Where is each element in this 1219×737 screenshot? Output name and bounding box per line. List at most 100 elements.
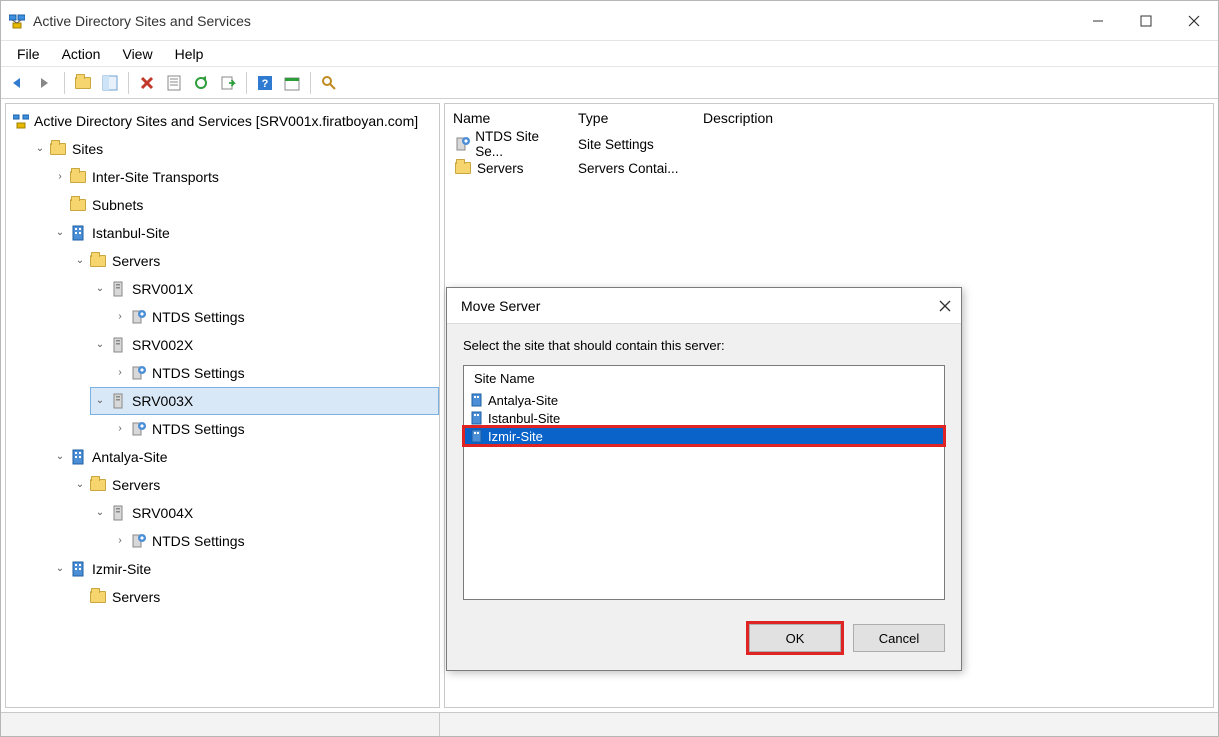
list-row-servers[interactable]: Servers Servers Contai... [445, 156, 1213, 180]
collapse-icon[interactable]: ⌄ [93, 282, 107, 296]
tree-ntds-srv002x[interactable]: › NTDS Settings [110, 359, 439, 387]
collapse-icon[interactable]: ⌄ [73, 254, 87, 268]
tree-panel[interactable]: Active Directory Sites and Services [SRV… [5, 103, 440, 708]
tree-ntds-srv004x[interactable]: › NTDS Settings [110, 527, 439, 555]
export-button[interactable] [216, 71, 240, 95]
tree-server-label: SRV002X [129, 333, 196, 357]
site-icon [470, 429, 484, 443]
site-item-antalya[interactable]: Antalya-Site [464, 391, 944, 409]
site-item-izmir[interactable]: Izmir-Site [464, 427, 944, 445]
collapse-icon[interactable]: ⌄ [93, 394, 107, 408]
menu-help[interactable]: Help [165, 43, 214, 65]
toolbar: ? [1, 67, 1218, 99]
ntds-icon [129, 309, 147, 325]
tree-servers-istanbul[interactable]: ⌄ Servers [70, 247, 439, 275]
tree-site-antalya[interactable]: ⌄ Antalya-Site [50, 443, 439, 471]
collapse-icon[interactable]: ⌄ [53, 450, 67, 464]
tree-servers-izmir[interactable]: Servers [70, 583, 439, 611]
tree-server-srv004x[interactable]: ⌄ SRV004X [90, 499, 439, 527]
tree-servers-label: Servers [109, 249, 163, 273]
close-button[interactable] [1170, 1, 1218, 40]
expand-icon[interactable]: › [113, 422, 127, 436]
tree-server-srv003x[interactable]: ⌄ SRV003X [90, 387, 439, 415]
move-server-dialog: Move Server Select the site that should … [446, 287, 962, 671]
ntds-icon [453, 136, 471, 152]
tree-sites[interactable]: ⌄ Sites [30, 135, 439, 163]
server-icon [109, 337, 127, 353]
site-item-label: Istanbul-Site [488, 411, 560, 426]
site-icon [470, 411, 484, 425]
col-type[interactable]: Type [570, 105, 695, 131]
app-icon [9, 13, 25, 29]
folder-icon [49, 143, 67, 155]
tree-site-izmir[interactable]: ⌄ Izmir-Site [50, 555, 439, 583]
menu-action[interactable]: Action [52, 43, 111, 65]
site-icon [69, 561, 87, 577]
expand-icon[interactable]: › [53, 170, 67, 184]
tree-server-label: SRV003X [129, 389, 196, 413]
tree-inter-site-label: Inter-Site Transports [89, 165, 222, 189]
list-cell-type: Site Settings [570, 132, 695, 157]
collapse-icon[interactable]: ⌄ [93, 338, 107, 352]
refresh-button[interactable] [189, 71, 213, 95]
folder-icon [453, 162, 473, 174]
show-hide-tree-button[interactable] [98, 71, 122, 95]
menu-file[interactable]: File [7, 43, 50, 65]
dialog-title: Move Server [461, 298, 540, 314]
expand-icon[interactable]: › [113, 534, 127, 548]
collapse-icon[interactable]: ⌄ [33, 142, 47, 156]
site-list-header: Site Name [464, 366, 944, 391]
folder-icon [89, 591, 107, 603]
folder-icon [69, 199, 87, 211]
forward-button[interactable] [34, 71, 58, 95]
menu-view[interactable]: View [112, 43, 162, 65]
tree-ntds-label: NTDS Settings [149, 305, 248, 329]
delete-button[interactable] [135, 71, 159, 95]
tree-ntds-srv001x[interactable]: › NTDS Settings [110, 303, 439, 331]
help-button[interactable]: ? [253, 71, 277, 95]
site-item-label: Izmir-Site [488, 429, 543, 444]
list-row-ntds[interactable]: NTDS Site Se... Site Settings [445, 132, 1213, 156]
tree-ntds-srv003x[interactable]: › NTDS Settings [110, 415, 439, 443]
tree-ntds-label: NTDS Settings [149, 361, 248, 385]
maximize-button[interactable] [1122, 1, 1170, 40]
back-button[interactable] [7, 71, 31, 95]
folder-icon [89, 479, 107, 491]
collapse-icon[interactable]: ⌄ [53, 562, 67, 576]
schedule-button[interactable] [280, 71, 304, 95]
window-title: Active Directory Sites and Services [33, 13, 251, 29]
menubar: File Action View Help [1, 41, 1218, 67]
col-description[interactable]: Description [695, 105, 1213, 131]
tree-server-srv001x[interactable]: ⌄ SRV001X [90, 275, 439, 303]
collapse-icon[interactable]: ⌄ [93, 506, 107, 520]
expand-icon[interactable]: › [113, 366, 127, 380]
ok-button[interactable]: OK [749, 624, 841, 652]
tree-sites-label: Sites [69, 137, 106, 161]
site-list[interactable]: Site Name Antalya-Site Istanbul-Site Izm… [463, 365, 945, 600]
tree-ntds-label: NTDS Settings [149, 417, 248, 441]
tree-inter-site-transports[interactable]: › Inter-Site Transports [50, 163, 439, 191]
list-cell-name: Servers [477, 161, 524, 176]
tree-server-label: SRV001X [129, 277, 196, 301]
tree-server-srv002x[interactable]: ⌄ SRV002X [90, 331, 439, 359]
collapse-icon[interactable]: ⌄ [53, 226, 67, 240]
find-button[interactable] [317, 71, 341, 95]
tree-site-istanbul[interactable]: ⌄ Istanbul-Site [50, 219, 439, 247]
collapse-icon[interactable]: ⌄ [73, 478, 87, 492]
ntds-icon [129, 365, 147, 381]
tree-servers-antalya[interactable]: ⌄ Servers [70, 471, 439, 499]
minimize-button[interactable] [1074, 1, 1122, 40]
tree-root-label: Active Directory Sites and Services [SRV… [31, 109, 421, 133]
properties-button[interactable] [162, 71, 186, 95]
cancel-button[interactable]: Cancel [853, 624, 945, 652]
list-cell-name: NTDS Site Se... [475, 129, 562, 159]
up-folder-button[interactable] [71, 71, 95, 95]
tree-root[interactable]: Active Directory Sites and Services [SRV… [10, 107, 439, 135]
site-item-istanbul[interactable]: Istanbul-Site [464, 409, 944, 427]
expand-icon[interactable]: › [113, 310, 127, 324]
ntds-icon [129, 421, 147, 437]
tree-subnets[interactable]: Subnets [50, 191, 439, 219]
dialog-close-button[interactable] [939, 300, 951, 312]
server-icon [109, 281, 127, 297]
tree-ntds-label: NTDS Settings [149, 529, 248, 553]
